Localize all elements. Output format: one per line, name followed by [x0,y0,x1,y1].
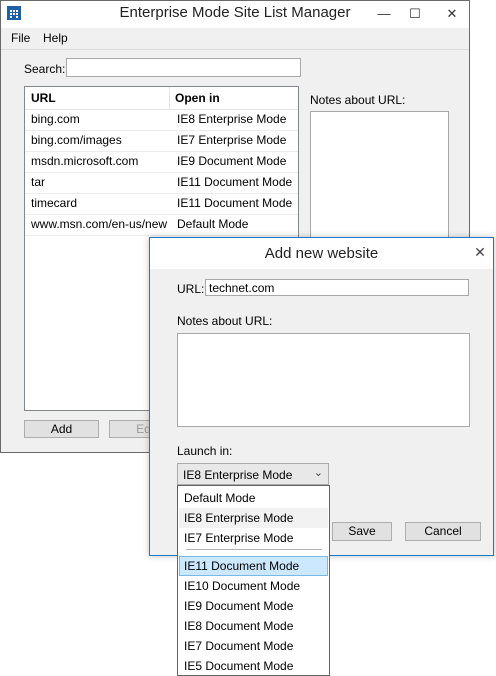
url-label: URL: [177,282,205,296]
search-input[interactable] [66,58,301,77]
dialog-notes-textarea[interactable] [177,333,470,427]
option-ie5-document-mode[interactable]: IE5 Document Mode [179,656,328,676]
column-header-open-in[interactable]: Open in [175,91,220,105]
launch-label: Launch in: [177,444,233,458]
row-url: www.msn.com/en-us/news [31,217,167,231]
search-label: Search: [24,62,66,76]
option-ie8-enterprise-mode[interactable]: IE8 Enterprise Mode [179,508,328,528]
minimize-icon[interactable]: — [371,4,397,24]
option-ie10-document-mode[interactable]: IE10 Document Mode [179,576,328,596]
url-input[interactable]: technet.com [205,279,469,296]
launch-mode-select[interactable]: IE8 Enterprise Mode ⌄ [177,463,329,485]
list-header: URL Open in [25,87,298,110]
table-row[interactable]: timecard IE11 Document Mode [25,193,298,215]
row-mode: IE11 Document Mode [177,175,293,189]
launch-mode-dropdown: Default Mode IE8 Enterprise Mode IE7 Ent… [177,485,330,676]
notes-label: Notes about URL: [310,93,406,107]
table-row[interactable]: tar IE11 Document Mode [25,172,298,194]
option-ie7-document-mode[interactable]: IE7 Document Mode [179,636,328,656]
column-divider[interactable] [169,87,170,109]
menu-file[interactable]: File [11,31,30,45]
row-url: msdn.microsoft.com [31,154,139,168]
option-ie7-enterprise-mode[interactable]: IE7 Enterprise Mode [179,528,328,548]
row-url: timecard [31,196,78,210]
option-ie11-document-mode[interactable]: IE11 Document Mode [179,556,328,576]
window-title: Enterprise Mode Site List Manager [119,4,351,21]
add-button[interactable]: Add [24,420,99,438]
row-mode: IE7 Enterprise Mode [177,133,287,147]
notes-textarea[interactable] [310,111,449,243]
table-row[interactable]: msdn.microsoft.com IE9 Document Mode [25,151,298,173]
save-button[interactable]: Save [332,522,392,541]
maximize-icon[interactable]: ☐ [402,4,428,24]
close-icon[interactable]: ✕ [469,242,491,262]
row-url: bing.com/images [31,133,122,147]
option-default-mode[interactable]: Default Mode [179,488,328,508]
dialog-title-bar: Add new website ✕ [150,238,493,269]
option-separator [186,549,322,550]
row-mode: IE9 Document Mode [177,154,287,168]
cancel-button[interactable]: Cancel [405,522,481,541]
menu-bar: File Help [1,28,469,50]
row-mode: IE11 Document Mode [177,196,293,210]
column-header-url[interactable]: URL [31,91,56,105]
table-row[interactable]: bing.com IE8 Enterprise Mode [25,109,298,131]
row-mode: IE8 Enterprise Mode [177,112,287,126]
table-row[interactable]: bing.com/images IE7 Enterprise Mode [25,130,298,152]
chevron-down-icon: ⌄ [313,467,323,479]
row-mode: Default Mode [177,217,249,231]
menu-help[interactable]: Help [43,31,68,45]
row-url: tar [31,175,46,189]
table-row[interactable]: www.msn.com/en-us/news Default Mode [25,214,298,236]
dialog-notes-label: Notes about URL: [177,314,273,328]
close-icon[interactable]: ✕ [439,4,465,24]
dialog-title: Add new website [264,245,379,262]
title-bar: Enterprise Mode Site List Manager — ☐ ✕ [1,1,469,28]
selected-mode: IE8 Enterprise Mode [183,468,293,482]
option-ie8-document-mode[interactable]: IE8 Document Mode [179,616,328,636]
option-ie9-document-mode[interactable]: IE9 Document Mode [179,596,328,616]
row-url: bing.com [31,112,80,126]
